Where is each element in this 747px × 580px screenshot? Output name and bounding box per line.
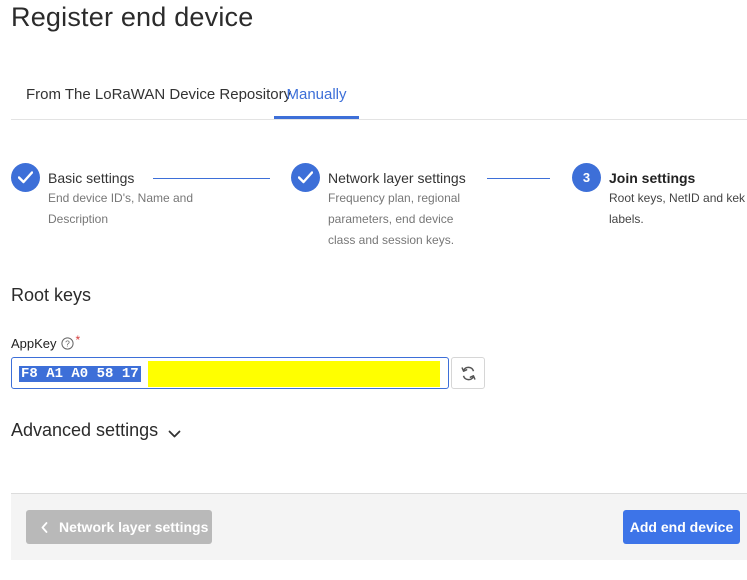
tab-manually[interactable]: Manually xyxy=(274,78,359,119)
advanced-settings-toggle[interactable]: Advanced settings xyxy=(11,420,181,441)
svg-text:?: ? xyxy=(65,339,70,349)
appkey-value[interactable]: F8 A1 A0 58 17 xyxy=(19,366,141,382)
add-end-device-button[interactable]: Add end device xyxy=(623,510,740,544)
step-1-check-icon xyxy=(11,163,40,192)
chevron-down-icon xyxy=(168,430,181,438)
back-button-label: Network layer settings xyxy=(59,519,209,535)
root-keys-heading: Root keys xyxy=(11,285,92,305)
page-title: Register end device xyxy=(11,2,254,32)
step-1-description: End device ID's, Name and Description xyxy=(48,191,194,226)
help-circle-icon[interactable]: ? xyxy=(60,337,74,353)
step-3-description: Root keys, NetID and kek labels. xyxy=(609,191,746,226)
step-1-title: Basic settings xyxy=(48,170,135,186)
footer-bar: Network layer settings Add end device xyxy=(11,493,747,560)
step-2-check-icon xyxy=(291,163,320,192)
step-2-title: Network layer settings xyxy=(328,170,466,186)
appkey-input[interactable]: F8 A1 A0 58 17 xyxy=(11,357,449,389)
refresh-icon xyxy=(461,366,476,381)
chevron-left-icon xyxy=(41,522,48,533)
regenerate-key-button[interactable] xyxy=(451,357,485,389)
tab-device-repository[interactable]: From The LoRaWAN Device Repository xyxy=(26,78,291,119)
appkey-label-text: AppKey xyxy=(11,336,57,351)
back-to-network-layer-button[interactable]: Network layer settings xyxy=(26,510,212,544)
step-3-number: 3 xyxy=(572,163,601,192)
step-connector-1 xyxy=(153,178,270,179)
required-asterisk: * xyxy=(75,333,81,347)
progress-steps: Basic settings End device ID's, Name and… xyxy=(11,163,747,263)
step-2-description: Frequency plan, regional parameters, end… xyxy=(328,191,461,247)
redaction-highlight xyxy=(148,361,440,387)
tab-bar: From The LoRaWAN Device Repository Manua… xyxy=(11,78,747,120)
step-connector-2 xyxy=(487,178,550,179)
appkey-label: AppKey? * xyxy=(11,333,80,353)
step-3-title: Join settings xyxy=(609,170,696,186)
advanced-settings-label: Advanced settings xyxy=(11,420,159,440)
